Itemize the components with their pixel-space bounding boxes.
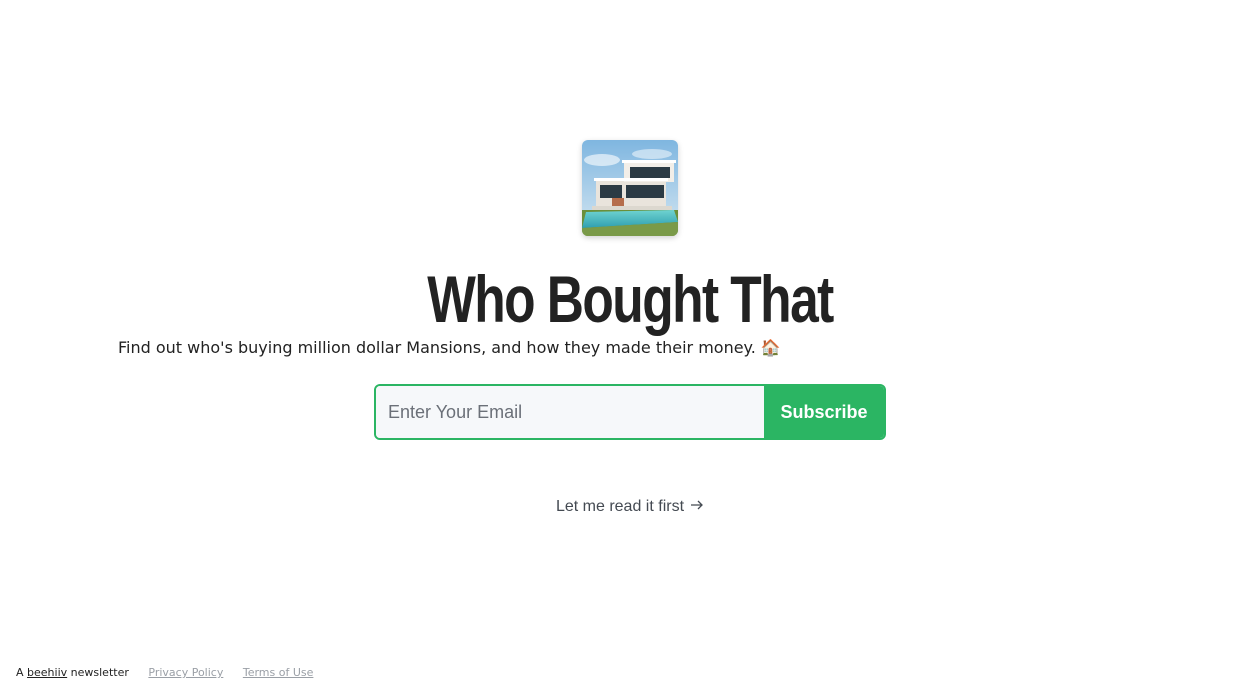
house-icon: 🏠 [760,338,781,357]
footer: A beehiiv newsletter Privacy Policy Term… [16,666,313,679]
privacy-policy-link[interactable]: Privacy Policy [148,666,223,679]
tagline-text: Find out who's buying million dollar Man… [118,338,756,357]
mansion-image [582,140,678,236]
email-field[interactable] [376,386,764,438]
terms-of-use-link[interactable]: Terms of Use [243,666,314,679]
footer-prefix: A [16,666,24,679]
publication-logo-image [582,140,678,236]
arrow-right-icon [690,498,704,516]
tagline: Find out who's buying million dollar Man… [118,338,781,358]
footer-suffix: newsletter [70,666,129,679]
read-first-link[interactable]: Let me read it first [556,498,704,515]
page-title: Who Bought That [427,262,834,336]
read-first-container: Let me read it first [0,498,1260,516]
read-first-label: Let me read it first [555,498,685,516]
beehiiv-link[interactable]: beehiiv [27,666,67,679]
subscribe-button[interactable]: Subscribe [764,386,884,438]
signup-form: Subscribe [374,384,886,440]
